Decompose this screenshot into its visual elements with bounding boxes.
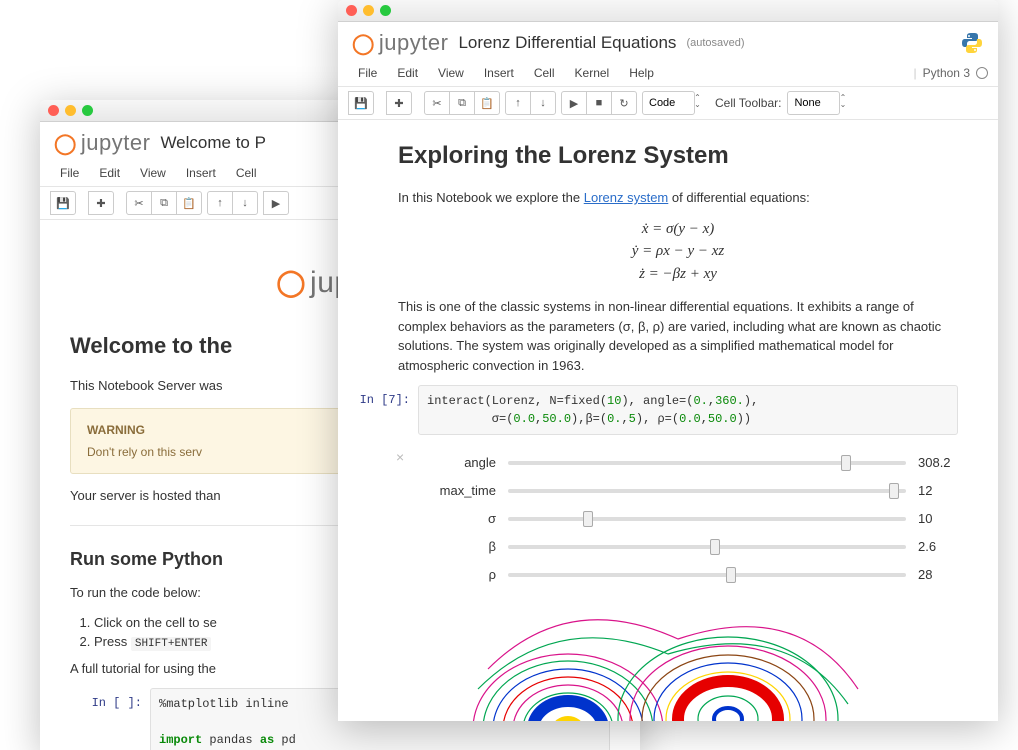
run-button[interactable]: ▶ xyxy=(263,191,289,215)
paste-button[interactable]: 📋 xyxy=(474,91,500,115)
add-cell-button[interactable]: ✚ xyxy=(88,191,114,215)
menubar-front: File Edit View Insert Cell Kernel Help |… xyxy=(338,60,998,87)
menu-edit[interactable]: Edit xyxy=(89,162,130,184)
restart-button[interactable]: ↻ xyxy=(611,91,637,115)
prompt-back: In [ ]: xyxy=(70,688,150,750)
jupyter-logo: ◯jupyter xyxy=(352,30,448,56)
add-cell-button[interactable]: ✚ xyxy=(386,91,412,115)
slider-value: 10 xyxy=(918,509,958,529)
slider-label: ρ xyxy=(418,565,508,585)
cut-button[interactable]: ✂ xyxy=(126,191,152,215)
paste-button[interactable]: 📋 xyxy=(176,191,202,215)
slider-track[interactable] xyxy=(508,545,906,549)
menu-edit[interactable]: Edit xyxy=(387,62,428,84)
widget-close-icon[interactable]: × xyxy=(396,447,404,468)
intro-paragraph: In this Notebook we explore the Lorenz s… xyxy=(398,188,958,208)
cell-toolbar-select[interactable]: None xyxy=(787,91,840,115)
menu-cell[interactable]: Cell xyxy=(226,162,267,184)
slider-row-max_time: max_time 12 xyxy=(418,477,958,505)
slider-value: 308.2 xyxy=(918,453,958,473)
move-down-button[interactable]: ↓ xyxy=(232,191,258,215)
equations: ẋ = σ(y − x) ẏ = ρx − y − xz ż = −βz + x… xyxy=(398,218,958,286)
lorenz-attractor-svg xyxy=(418,609,898,721)
menu-insert[interactable]: Insert xyxy=(176,162,226,184)
description-paragraph: This is one of the classic systems in no… xyxy=(398,297,958,375)
slider-thumb[interactable] xyxy=(841,455,851,471)
menu-kernel[interactable]: Kernel xyxy=(565,62,620,84)
titlebar-front xyxy=(338,0,998,22)
foreground-window: ◯jupyter Lorenz Differential Equations (… xyxy=(338,0,998,721)
zoom-icon[interactable] xyxy=(380,5,391,16)
save-button[interactable]: 💾 xyxy=(348,91,374,115)
prompt: In [7]: xyxy=(338,385,418,435)
slider-row-β: β 2.6 xyxy=(418,533,958,561)
zoom-icon[interactable] xyxy=(82,105,93,116)
minimize-icon[interactable] xyxy=(65,105,76,116)
slider-track[interactable] xyxy=(508,517,906,521)
menu-file[interactable]: File xyxy=(50,162,89,184)
toolbar-front: 💾 ✚ ✂ ⧉ 📋 ↑ ↓ ▶ ■ ↻ Code Cell Toolbar: N… xyxy=(338,87,998,120)
slider-label: angle xyxy=(418,453,508,473)
close-icon[interactable] xyxy=(346,5,357,16)
save-button[interactable]: 💾 xyxy=(50,191,76,215)
page-title: Exploring the Lorenz System xyxy=(398,138,958,174)
slider-track[interactable] xyxy=(508,461,906,465)
kernel-indicator-icon xyxy=(976,67,988,79)
celltype-select[interactable]: Code xyxy=(642,91,695,115)
move-up-button[interactable]: ↑ xyxy=(207,191,233,215)
slider-value: 2.6 xyxy=(918,537,958,557)
menu-cell[interactable]: Cell xyxy=(524,62,565,84)
menu-help[interactable]: Help xyxy=(619,62,664,84)
slider-row-angle: angle 308.2 xyxy=(418,449,958,477)
move-up-button[interactable]: ↑ xyxy=(505,91,531,115)
slider-thumb[interactable] xyxy=(583,511,593,527)
cut-button[interactable]: ✂ xyxy=(424,91,450,115)
menu-file[interactable]: File xyxy=(348,62,387,84)
move-down-button[interactable]: ↓ xyxy=(530,91,556,115)
cell-toolbar-label: Cell Toolbar: xyxy=(715,96,781,110)
code-input[interactable]: interact(Lorenz, N=fixed(10), angle=(0.,… xyxy=(418,385,958,435)
lorenz-plot xyxy=(338,599,958,721)
stop-button[interactable]: ■ xyxy=(586,91,612,115)
copy-button[interactable]: ⧉ xyxy=(151,191,177,215)
notebook-title[interactable]: Lorenz Differential Equations xyxy=(458,33,676,53)
widget-area: × angle 308.2 max_time 12 σ 10 β 2.6 ρ 28 xyxy=(338,445,958,599)
slider-value: 12 xyxy=(918,481,958,501)
kernel-name: Python 3 xyxy=(923,66,970,80)
slider-thumb[interactable] xyxy=(726,567,736,583)
code-cell[interactable]: In [7]: interact(Lorenz, N=fixed(10), an… xyxy=(338,385,958,435)
slider-thumb[interactable] xyxy=(710,539,720,555)
slider-label: σ xyxy=(418,509,508,529)
menu-view[interactable]: View xyxy=(428,62,474,84)
lorenz-link[interactable]: Lorenz system xyxy=(584,190,669,205)
slider-row-σ: σ 10 xyxy=(418,505,958,533)
slider-row-ρ: ρ 28 xyxy=(418,561,958,589)
run-button[interactable]: ▶ xyxy=(561,91,587,115)
notebook-header-front: ◯jupyter Lorenz Differential Equations (… xyxy=(338,22,998,60)
close-icon[interactable] xyxy=(48,105,59,116)
slider-track[interactable] xyxy=(508,573,906,577)
slider-track[interactable] xyxy=(508,489,906,493)
autosaved-label: (autosaved) xyxy=(686,37,744,49)
menu-view[interactable]: View xyxy=(130,162,176,184)
content-front: Exploring the Lorenz System In this Note… xyxy=(338,120,998,721)
slider-label: max_time xyxy=(418,481,508,501)
menu-insert[interactable]: Insert xyxy=(474,62,524,84)
minimize-icon[interactable] xyxy=(363,5,374,16)
slider-thumb[interactable] xyxy=(889,483,899,499)
jupyter-logo: ◯jupyter xyxy=(54,130,150,156)
copy-button[interactable]: ⧉ xyxy=(449,91,475,115)
notebook-title-back[interactable]: Welcome to P xyxy=(160,133,266,153)
slider-value: 28 xyxy=(918,565,958,585)
slider-label: β xyxy=(418,537,508,557)
python-icon xyxy=(960,31,984,55)
